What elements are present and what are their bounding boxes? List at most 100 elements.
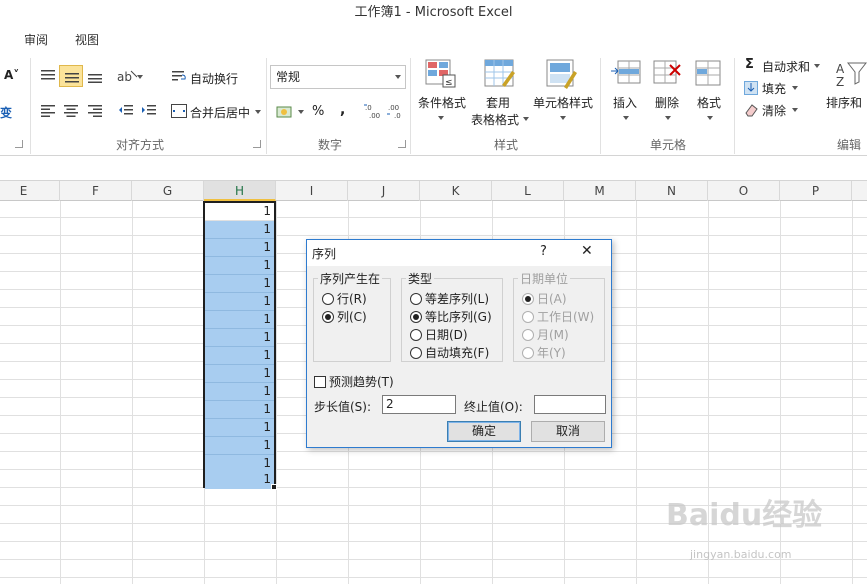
cell-styles-button[interactable]: 单元格样式 — [533, 94, 593, 111]
cell-h[interactable]: 1 — [205, 221, 274, 239]
number-launcher-icon[interactable] — [398, 140, 406, 148]
radio-autofill[interactable]: 自动填充(F) — [410, 344, 489, 361]
align-center-icon[interactable] — [63, 104, 79, 118]
cell-h[interactable]: 1 — [205, 419, 274, 437]
accounting-dropdown-icon[interactable] — [298, 110, 304, 114]
cell-h[interactable]: 1 — [205, 437, 274, 455]
radio-row[interactable]: 行(R) — [322, 290, 367, 307]
sort-filter-icon[interactable]: AZ — [836, 59, 867, 89]
selected-range[interactable]: 1 1 1 1 1 1 1 1 1 1 1 1 1 1 1 1 — [203, 201, 276, 489]
column-header-l[interactable]: L — [492, 181, 564, 201]
conditional-format-button[interactable]: 条件格式 — [418, 94, 466, 111]
date-unit-legend: 日期单位 — [518, 270, 571, 287]
increase-indent-icon[interactable] — [141, 104, 157, 118]
cell-h[interactable]: 1 — [205, 329, 274, 347]
format-cells-icon[interactable] — [694, 59, 726, 89]
cell-h[interactable]: 1 — [205, 275, 274, 293]
column-header-f[interactable]: F — [60, 181, 132, 201]
cell-h[interactable]: 1 — [205, 257, 274, 275]
column-header-n[interactable]: N — [636, 181, 708, 201]
cell-h[interactable]: 1 — [205, 311, 274, 329]
accounting-format-icon[interactable] — [276, 104, 294, 120]
radio-growth[interactable]: 等比序列(G) — [410, 308, 492, 325]
close-button[interactable]: ✕ — [581, 243, 593, 259]
fill-handle[interactable] — [271, 484, 277, 490]
column-header-i[interactable]: I — [276, 181, 348, 201]
cancel-button[interactable]: 取消 — [531, 421, 605, 442]
wrap-text-icon[interactable] — [171, 69, 187, 85]
orientation-icon[interactable]: ab — [117, 68, 139, 84]
number-format-combo[interactable]: 常规 — [270, 65, 406, 89]
tab-review[interactable]: 审阅 — [24, 31, 48, 48]
decrease-decimal-icon[interactable]: .00.0 — [386, 102, 406, 120]
merge-dropdown-icon[interactable] — [255, 110, 261, 114]
insert-button[interactable]: 插入 — [613, 94, 637, 111]
conditional-format-dropdown-icon[interactable] — [438, 116, 444, 120]
cell-h[interactable]: 1 — [205, 239, 274, 257]
align-middle-button[interactable] — [59, 65, 83, 87]
column-header-g[interactable]: G — [132, 181, 204, 201]
align-right-icon[interactable] — [87, 104, 103, 118]
format-button[interactable]: 格式 — [697, 94, 721, 111]
merge-center-icon[interactable] — [171, 104, 187, 118]
format-dropdown-icon[interactable] — [707, 116, 713, 120]
orientation-dropdown-icon[interactable] — [137, 75, 143, 79]
cell-h[interactable]: 1 — [205, 365, 274, 383]
cell-h[interactable]: 1 — [205, 383, 274, 401]
cell-styles-dropdown-icon[interactable] — [560, 116, 566, 120]
format-table-label-2[interactable]: 表格格式 — [471, 111, 519, 128]
delete-cells-icon[interactable] — [652, 59, 684, 89]
fill-button[interactable]: 填充 — [762, 80, 786, 97]
align-left-icon[interactable] — [40, 104, 56, 118]
column-header-k[interactable]: K — [420, 181, 492, 201]
cell-styles-icon[interactable] — [546, 59, 578, 89]
increase-decimal-icon[interactable]: .0.00 — [363, 102, 383, 120]
sort-filter-button[interactable]: 排序和 — [826, 94, 862, 111]
alignment-launcher-icon[interactable] — [253, 140, 261, 148]
clear-dropdown-icon[interactable] — [792, 108, 798, 112]
cell-h[interactable]: 1 — [205, 347, 274, 365]
font-launcher-icon[interactable] — [15, 140, 23, 148]
format-table-label-1[interactable]: 套用 — [486, 94, 510, 111]
column-header-o[interactable]: O — [708, 181, 780, 201]
align-bottom-icon[interactable] — [87, 69, 103, 83]
stop-input[interactable] — [534, 395, 606, 414]
fill-dropdown-icon[interactable] — [792, 86, 798, 90]
ok-button[interactable]: 确定 — [447, 421, 521, 442]
insert-dropdown-icon[interactable] — [623, 116, 629, 120]
column-header-h[interactable]: H — [204, 181, 276, 201]
conditional-format-icon[interactable]: ≤ — [425, 59, 457, 89]
merge-center-button[interactable]: 合并后居中 — [190, 104, 250, 121]
clear-button[interactable]: 清除 — [762, 102, 786, 119]
cell-h[interactable]: 1 — [205, 471, 274, 489]
delete-button[interactable]: 删除 — [655, 94, 679, 111]
radio-selected-icon — [522, 293, 534, 305]
help-button[interactable]: ? — [540, 244, 547, 259]
delete-dropdown-icon[interactable] — [665, 116, 671, 120]
radio-date[interactable]: 日期(D) — [410, 326, 468, 343]
radio-linear[interactable]: 等差序列(L) — [410, 290, 489, 307]
radio-column[interactable]: 列(C) — [322, 308, 367, 325]
insert-cells-icon[interactable] — [610, 59, 642, 89]
format-as-table-icon[interactable] — [484, 59, 516, 89]
step-input[interactable]: 2 — [382, 395, 456, 414]
decrease-indent-icon[interactable] — [118, 104, 134, 118]
comma-button[interactable]: , — [340, 102, 345, 118]
column-header-p[interactable]: P — [780, 181, 852, 201]
align-top-icon[interactable] — [40, 69, 56, 83]
cell-h[interactable]: 1 — [205, 203, 274, 221]
format-table-dropdown-icon[interactable] — [523, 117, 529, 121]
autosum-dropdown-icon[interactable] — [814, 64, 820, 68]
autosum-button[interactable]: 自动求和 — [762, 58, 810, 75]
trend-checkbox[interactable]: 预测趋势(T) — [314, 373, 394, 390]
font-size-down-button[interactable]: A˅ — [4, 68, 19, 82]
percent-button[interactable]: % — [312, 104, 324, 119]
phonetic-icon[interactable]: 变 — [0, 104, 12, 121]
column-header-j[interactable]: J — [348, 181, 420, 201]
tab-view[interactable]: 视图 — [75, 31, 99, 48]
column-header-m[interactable]: M — [564, 181, 636, 201]
cell-h[interactable]: 1 — [205, 401, 274, 419]
column-header-e[interactable]: E — [0, 181, 60, 201]
cell-h[interactable]: 1 — [205, 293, 274, 311]
wrap-text-button[interactable]: 自动换行 — [190, 70, 238, 87]
